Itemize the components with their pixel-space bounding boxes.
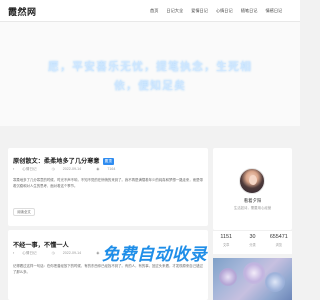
author-name: 看着夕阳 bbox=[243, 198, 262, 203]
post-date-label: 2022-09-14 bbox=[62, 251, 82, 255]
post-views: ◉ 7164 bbox=[96, 167, 122, 171]
author-motto: 生活如诗，需要用心经营 bbox=[233, 206, 272, 210]
post-category[interactable]: ▪ 心情日记 bbox=[13, 167, 44, 171]
nav-item-essay-diary[interactable]: 随笔日记 bbox=[241, 8, 258, 14]
hero-slogan-line-2: 依，便知足矣 bbox=[114, 80, 186, 92]
nav-item-diary-collection[interactable]: 日记大全 bbox=[166, 8, 183, 14]
stat-number: 655471 bbox=[269, 234, 288, 240]
stat-number: 1151 bbox=[220, 234, 232, 240]
stat-label: 浏览 bbox=[275, 243, 282, 247]
image-flower bbox=[243, 262, 265, 284]
post-date: ◷ 2022-09-14 bbox=[52, 251, 89, 255]
nav-item-mood-diary[interactable]: 心情日记 bbox=[216, 8, 233, 14]
author-profile-card: 看着夕阳 生活如诗，需要用心经营 bbox=[213, 148, 292, 230]
nav-item-emotion-diary[interactable]: 情感日记 bbox=[265, 8, 282, 14]
hero-slogan: 愿，平安喜乐无忧，提笔执念，生死相 依，便知足矣 bbox=[0, 58, 300, 96]
watermark-text: 免费自动收录 bbox=[102, 245, 207, 264]
stat-label: 文章 bbox=[222, 243, 230, 247]
post-date-label: 2022-09-14 bbox=[62, 167, 82, 171]
avatar[interactable] bbox=[239, 168, 265, 194]
image-flower bbox=[265, 272, 285, 292]
eye-icon: ◉ bbox=[96, 167, 101, 171]
stat-articles: 1151 文章 bbox=[213, 231, 239, 254]
post-title-text[interactable]: 原创散文：柔柔地多了几分寒意 bbox=[13, 158, 100, 165]
stat-number: 30 bbox=[249, 234, 256, 240]
post-category[interactable]: ▪ 心情日记 bbox=[13, 251, 44, 255]
main-nav: 首页 日记大全 爱情日记 心情日记 随笔日记 情感日记 bbox=[150, 0, 290, 22]
site-logo[interactable]: 霞然网 bbox=[8, 5, 37, 18]
stat-label: 分类 bbox=[249, 243, 256, 247]
site-stats: 1151 文章 30 分类 655471 浏览 bbox=[213, 230, 292, 254]
post-card: 原创散文：柔柔地多了几分寒意 置顶 ▪ 心情日记 ◷ 2022-09-14 ◉ 7… bbox=[8, 148, 208, 226]
image-flower bbox=[219, 268, 237, 286]
folder-icon: ▪ bbox=[13, 167, 16, 171]
post-date: ◷ 2022-09-14 bbox=[52, 167, 89, 171]
sidebar-featured-image[interactable] bbox=[213, 258, 292, 300]
post-views-label: 7164 bbox=[107, 167, 116, 171]
pinned-badge: 置顶 bbox=[102, 157, 114, 165]
post-title[interactable]: 不经一事，不懂一人 bbox=[13, 240, 69, 249]
read-more-button[interactable]: 阅读全文 bbox=[13, 208, 35, 216]
post-title[interactable]: 原创散文：柔柔地多了几分寒意 置顶 bbox=[13, 156, 114, 165]
post-category-label: 心情日记 bbox=[22, 167, 37, 171]
post-excerpt: 寒柔地多了几分寒意的时候，时光不声不响，不知不觉的在悄悄的来到了。我不再是满载着… bbox=[13, 178, 203, 188]
calendar-icon: ◷ bbox=[51, 167, 56, 171]
hero-slogan-line-1: 愿，平安喜乐无忧，提笔执念，生死相 bbox=[48, 61, 252, 73]
post-category-label: 心情日记 bbox=[22, 251, 37, 255]
post-meta: ▪ 心情日记 ◷ 2022-09-14 ◉ 7164 bbox=[13, 167, 129, 172]
folder-icon: ▪ bbox=[13, 251, 16, 255]
calendar-icon: ◷ bbox=[51, 251, 56, 255]
nav-item-home[interactable]: 首页 bbox=[150, 8, 158, 14]
stat-categories: 30 分类 bbox=[239, 231, 265, 254]
eye-icon: ◉ bbox=[96, 251, 101, 255]
stat-views: 655471 浏览 bbox=[266, 231, 292, 254]
avatar-face bbox=[249, 175, 257, 185]
nav-item-love-diary[interactable]: 爱情日记 bbox=[191, 8, 208, 14]
site-header: 霞然网 首页 日记大全 爱情日记 心情日记 随笔日记 情感日记 bbox=[0, 0, 300, 22]
hero-banner: 愿，平安喜乐无忧，提笔执念，生死相 依，便知足矣 bbox=[0, 22, 300, 126]
